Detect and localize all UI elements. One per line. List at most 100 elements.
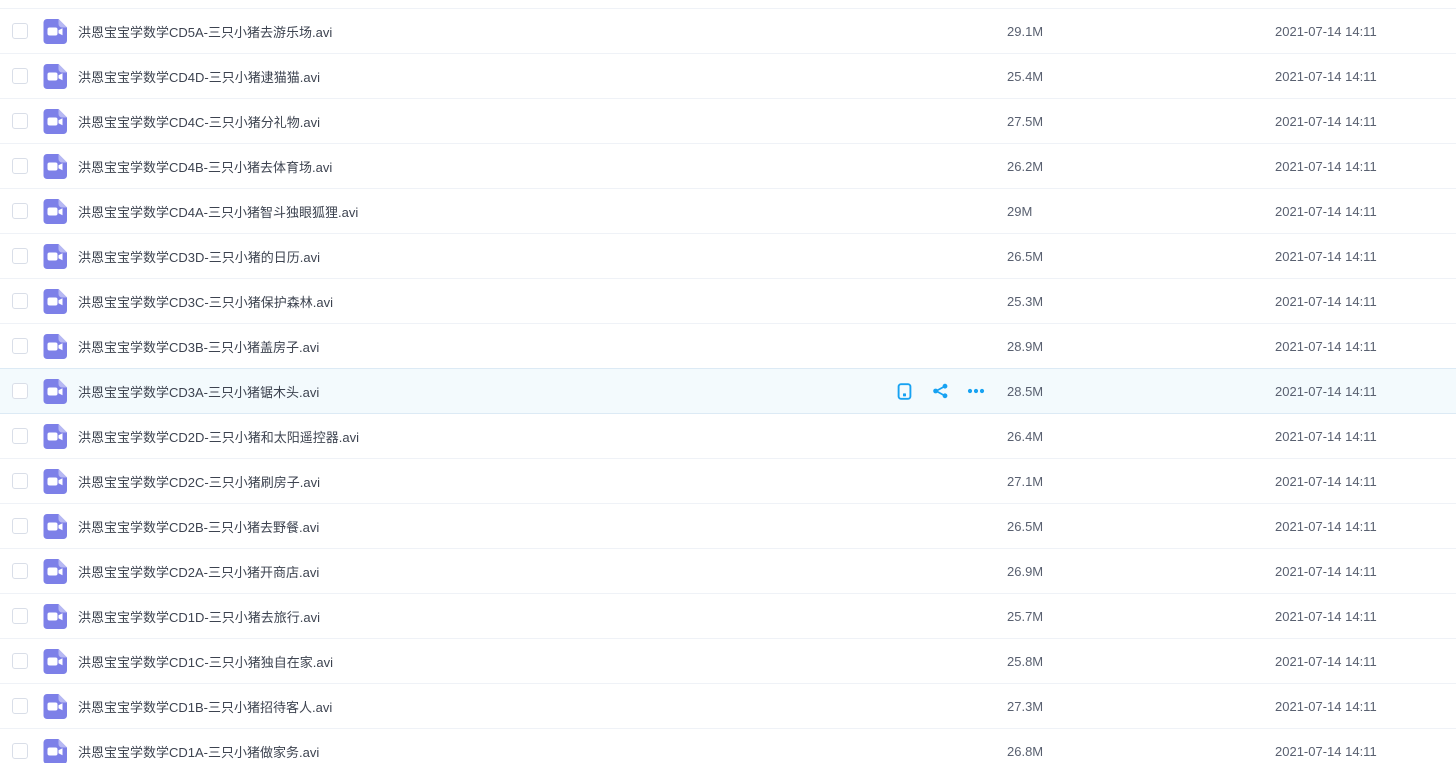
row-checkbox[interactable] — [12, 293, 28, 309]
file-date: 2021-07-14 14:11 — [1275, 744, 1456, 759]
table-row[interactable]: 洪恩宝宝学数学CD2B-三只小猪去野餐.avi — [0, 503, 1456, 548]
file-date: 2021-07-14 14:11 — [1275, 339, 1456, 354]
video-file-icon — [42, 603, 68, 629]
send-to-device-button[interactable] — [895, 382, 913, 400]
file-name[interactable]: 洪恩宝宝学数学CD3A-三只小猪锯木头.avi — [78, 382, 895, 401]
table-row[interactable]: 洪恩宝宝学数学CD4B-三只小猪去体育场.avi — [0, 143, 1456, 188]
file-name[interactable]: 洪恩宝宝学数学CD1A-三只小猪做家务.avi — [78, 742, 895, 761]
file-size: 25.7M — [1007, 609, 1275, 624]
table-row[interactable]: 洪恩宝宝学数学CD2D-三只小猪和太阳遥控器.avi — [0, 413, 1456, 458]
file-name[interactable]: 洪恩宝宝学数学CD2C-三只小猪刷房子.avi — [78, 472, 895, 491]
file-date: 2021-07-14 14:11 — [1275, 654, 1456, 669]
table-row[interactable]: 洪恩宝宝学数学CD2A-三只小猪开商店.avi — [0, 548, 1456, 593]
table-row[interactable]: 洪恩宝宝学数学CD3D-三只小猪的日历.avi — [0, 233, 1456, 278]
video-file-icon — [42, 288, 68, 314]
row-checkbox[interactable] — [12, 383, 28, 399]
file-name[interactable]: 洪恩宝宝学数学CD2A-三只小猪开商店.avi — [78, 562, 895, 581]
file-name[interactable]: 洪恩宝宝学数学CD4A-三只小猪智斗独眼狐狸.avi — [78, 202, 895, 221]
table-row[interactable]: 洪恩宝宝学数学CD1A-三只小猪做家务.avi — [0, 728, 1456, 763]
table-row[interactable]: 洪恩宝宝学数学CD1C-三只小猪独自在家.avi — [0, 638, 1456, 683]
table-row[interactable]: 洪恩宝宝学数学CD5A-三只小猪去游乐场.avi — [0, 8, 1456, 53]
row-checkbox[interactable] — [12, 473, 28, 489]
file-date: 2021-07-14 14:11 — [1275, 69, 1456, 84]
video-file-icon — [42, 423, 68, 449]
file-list: 洪恩宝宝学数学CD5A-三只小猪去游乐场.avi — [0, 0, 1456, 763]
video-file-icon — [42, 18, 68, 44]
file-date: 2021-07-14 14:11 — [1275, 159, 1456, 174]
file-name[interactable]: 洪恩宝宝学数学CD4B-三只小猪去体育场.avi — [78, 157, 895, 176]
file-date: 2021-07-14 14:11 — [1275, 474, 1456, 489]
file-date: 2021-07-14 14:11 — [1275, 114, 1456, 129]
row-checkbox[interactable] — [12, 743, 28, 759]
more-actions-button[interactable] — [967, 382, 985, 400]
file-date: 2021-07-14 14:11 — [1275, 384, 1456, 399]
file-name[interactable]: 洪恩宝宝学数学CD3C-三只小猪保护森林.avi — [78, 292, 895, 311]
file-date: 2021-07-14 14:11 — [1275, 249, 1456, 264]
video-file-icon — [42, 378, 68, 404]
video-file-icon — [42, 648, 68, 674]
file-size: 28.9M — [1007, 339, 1275, 354]
file-size: 29.1M — [1007, 24, 1275, 39]
file-size: 25.8M — [1007, 654, 1275, 669]
file-name[interactable]: 洪恩宝宝学数学CD1D-三只小猪去旅行.avi — [78, 607, 895, 626]
table-row[interactable]: 洪恩宝宝学数学CD2C-三只小猪刷房子.avi — [0, 458, 1456, 503]
video-file-icon — [42, 153, 68, 179]
file-date: 2021-07-14 14:11 — [1275, 24, 1456, 39]
file-size: 26.2M — [1007, 159, 1275, 174]
video-file-icon — [42, 63, 68, 89]
file-name[interactable]: 洪恩宝宝学数学CD1B-三只小猪招待客人.avi — [78, 697, 895, 716]
row-checkbox[interactable] — [12, 68, 28, 84]
file-size: 27.3M — [1007, 699, 1275, 714]
table-row[interactable]: 洪恩宝宝学数学CD3B-三只小猪盖房子.avi — [0, 323, 1456, 368]
video-file-icon — [42, 468, 68, 494]
file-size: 26.5M — [1007, 519, 1275, 534]
file-name[interactable]: 洪恩宝宝学数学CD4D-三只小猪逮猫猫.avi — [78, 67, 895, 86]
share-button[interactable] — [931, 382, 949, 400]
table-row[interactable]: 洪恩宝宝学数学CD4D-三只小猪逮猫猫.avi — [0, 53, 1456, 98]
file-name[interactable]: 洪恩宝宝学数学CD4C-三只小猪分礼物.avi — [78, 112, 895, 131]
file-size: 26.5M — [1007, 249, 1275, 264]
file-name[interactable]: 洪恩宝宝学数学CD3B-三只小猪盖房子.avi — [78, 337, 895, 356]
row-checkbox[interactable] — [12, 608, 28, 624]
row-checkbox[interactable] — [12, 113, 28, 129]
row-checkbox[interactable] — [12, 428, 28, 444]
table-row[interactable]: 洪恩宝宝学数学CD4A-三只小猪智斗独眼狐狸.avi — [0, 188, 1456, 233]
file-size: 25.3M — [1007, 294, 1275, 309]
row-checkbox[interactable] — [12, 698, 28, 714]
video-file-icon — [42, 198, 68, 224]
table-row[interactable]: 洪恩宝宝学数学CD3C-三只小猪保护森林.avi — [0, 278, 1456, 323]
file-date: 2021-07-14 14:11 — [1275, 204, 1456, 219]
video-file-icon — [42, 693, 68, 719]
table-row[interactable]: 洪恩宝宝学数学CD3A-三只小猪锯木头.avi — [0, 368, 1456, 413]
file-date: 2021-07-14 14:11 — [1275, 519, 1456, 534]
file-date: 2021-07-14 14:11 — [1275, 609, 1456, 624]
video-file-icon — [42, 513, 68, 539]
file-name[interactable]: 洪恩宝宝学数学CD2D-三只小猪和太阳遥控器.avi — [78, 427, 895, 446]
video-file-icon — [42, 108, 68, 134]
table-row[interactable]: 洪恩宝宝学数学CD1D-三只小猪去旅行.avi — [0, 593, 1456, 638]
file-size: 26.8M — [1007, 744, 1275, 759]
row-checkbox[interactable] — [12, 203, 28, 219]
table-row[interactable]: 洪恩宝宝学数学CD1B-三只小猪招待客人.avi — [0, 683, 1456, 728]
row-checkbox[interactable] — [12, 563, 28, 579]
file-size: 26.9M — [1007, 564, 1275, 579]
file-size: 26.4M — [1007, 429, 1275, 444]
row-checkbox[interactable] — [12, 23, 28, 39]
file-name[interactable]: 洪恩宝宝学数学CD2B-三只小猪去野餐.avi — [78, 517, 895, 536]
file-name[interactable]: 洪恩宝宝学数学CD1C-三只小猪独自在家.avi — [78, 652, 895, 671]
row-checkbox[interactable] — [12, 338, 28, 354]
row-checkbox[interactable] — [12, 653, 28, 669]
file-name[interactable]: 洪恩宝宝学数学CD3D-三只小猪的日历.avi — [78, 247, 895, 266]
row-checkbox[interactable] — [12, 158, 28, 174]
file-date: 2021-07-14 14:11 — [1275, 564, 1456, 579]
row-checkbox[interactable] — [12, 248, 28, 264]
file-size: 29M — [1007, 204, 1275, 219]
file-size: 27.1M — [1007, 474, 1275, 489]
table-row[interactable]: 洪恩宝宝学数学CD4C-三只小猪分礼物.avi — [0, 98, 1456, 143]
row-actions — [895, 382, 985, 400]
more-actions-icon — [967, 388, 985, 394]
file-name[interactable]: 洪恩宝宝学数学CD5A-三只小猪去游乐场.avi — [78, 22, 895, 41]
file-date: 2021-07-14 14:11 — [1275, 429, 1456, 444]
file-size: 25.4M — [1007, 69, 1275, 84]
row-checkbox[interactable] — [12, 518, 28, 534]
